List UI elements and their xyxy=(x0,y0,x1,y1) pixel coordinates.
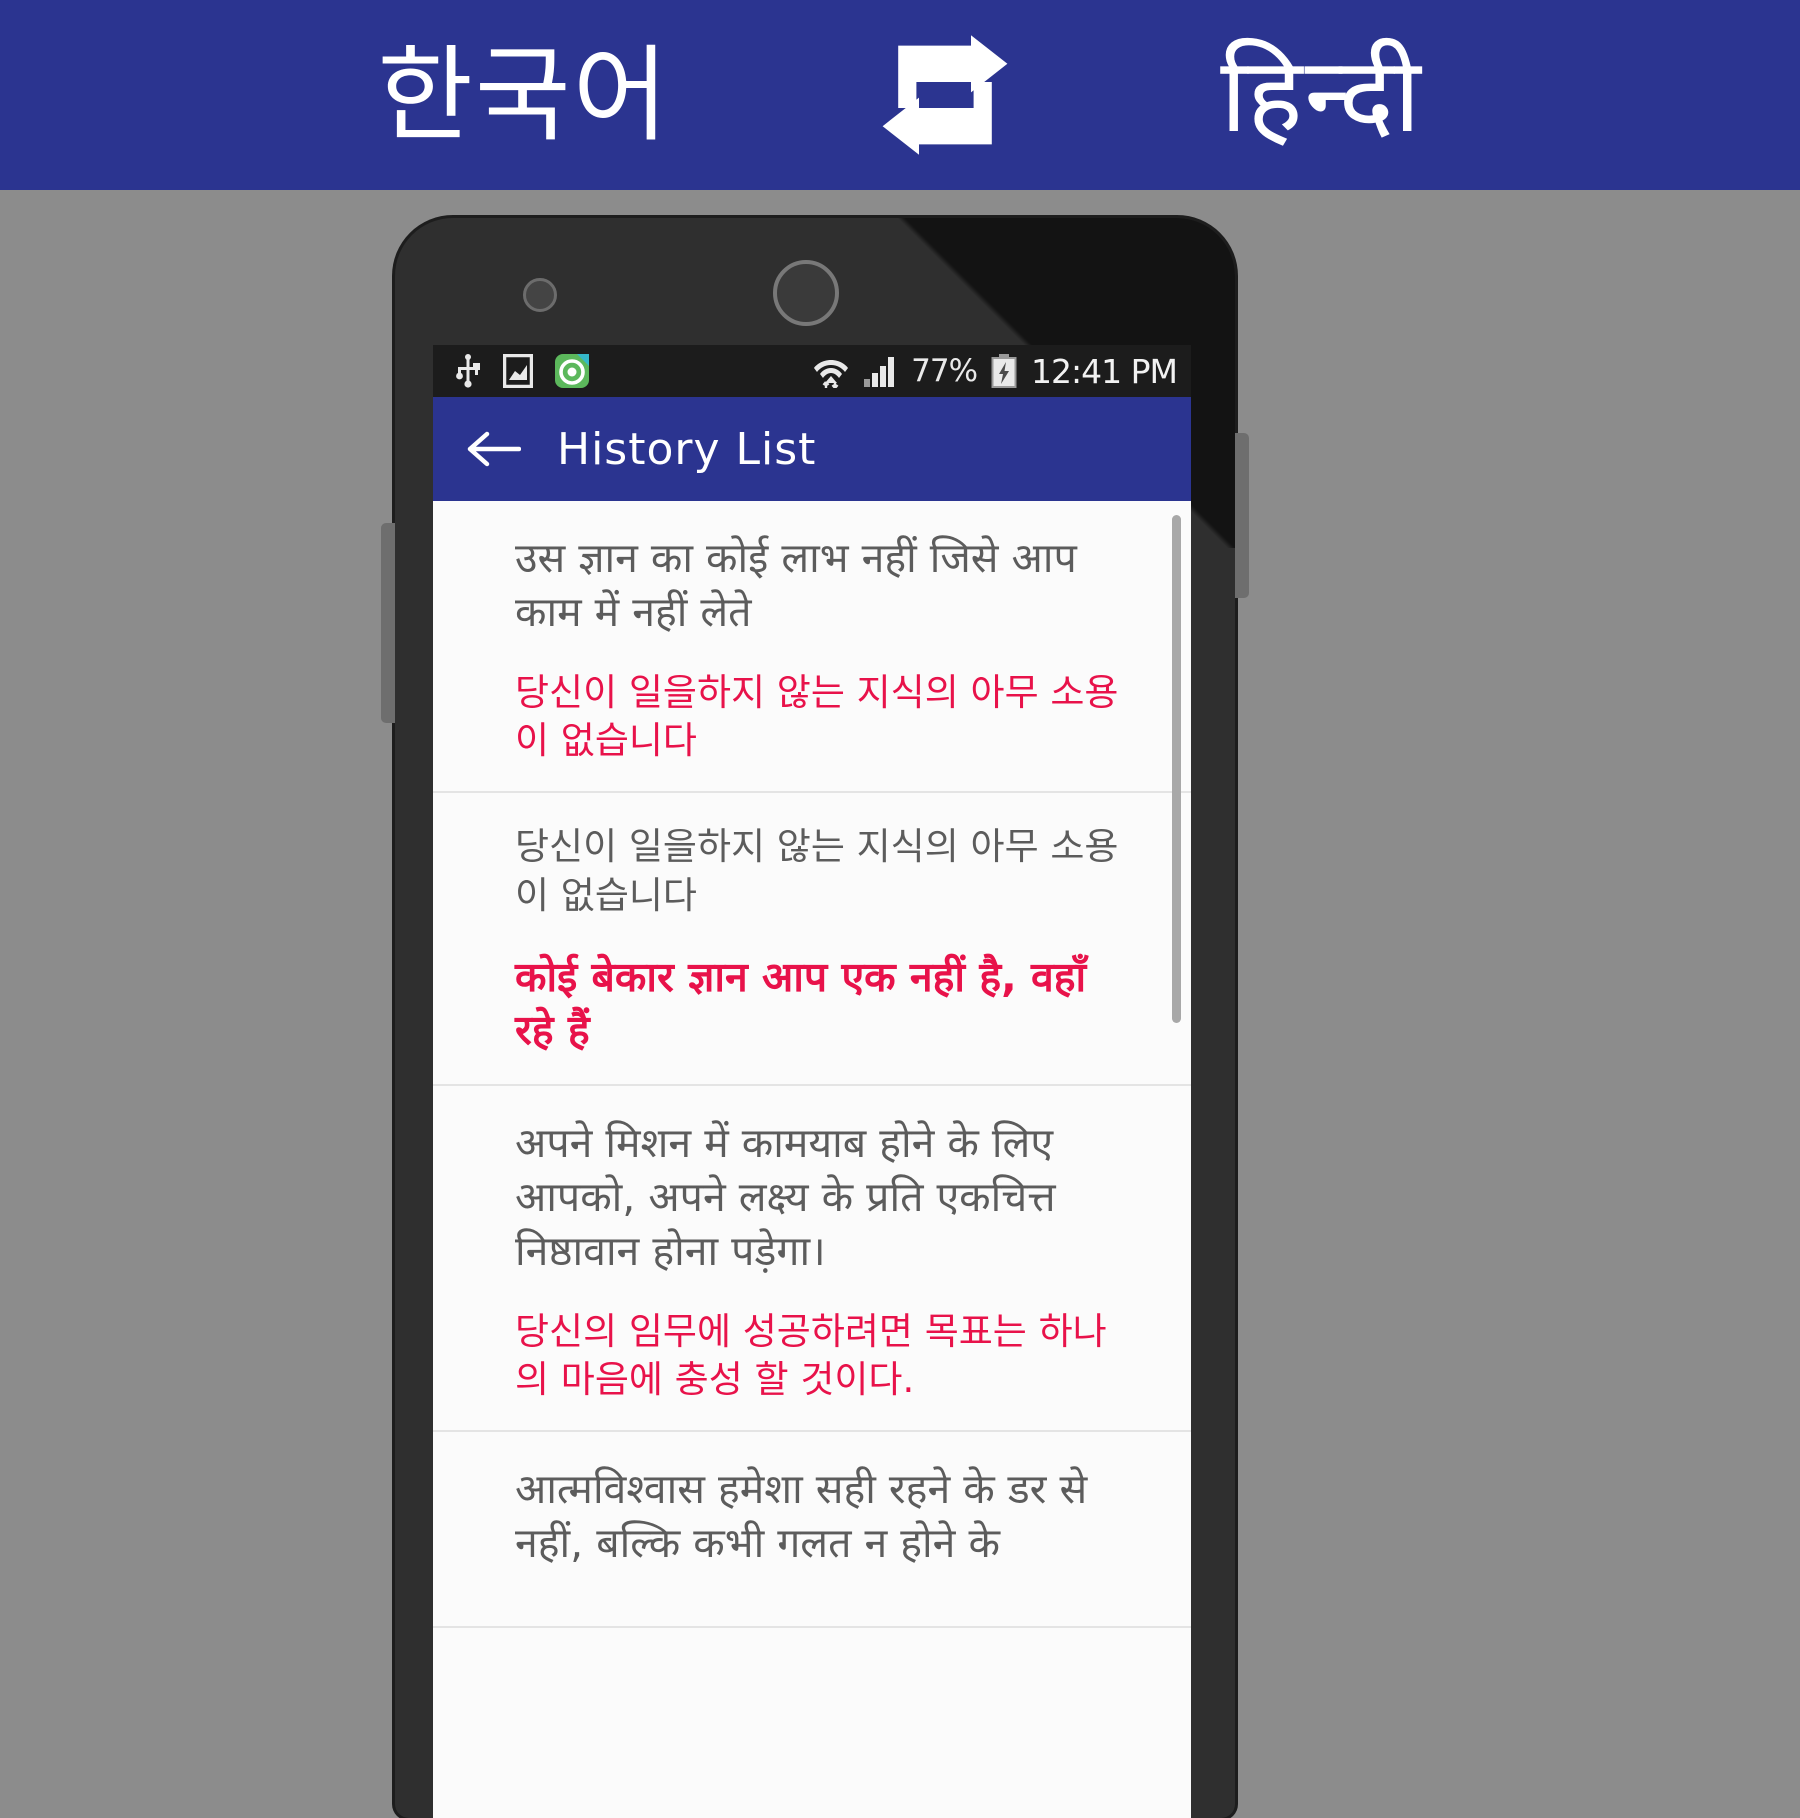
power-button[interactable] xyxy=(381,523,395,723)
history-translation-text: कोई बेकार ज्ञान आप एक नहीं है, वहाँ रहे … xyxy=(515,953,1087,1055)
history-translation-text: 당신이 일을하지 않는 지식의 아무 소용이 없습니다 xyxy=(515,671,1119,763)
volume-button[interactable] xyxy=(1235,433,1249,598)
page-title: History List xyxy=(557,423,817,475)
history-list[interactable]: उस ज्ञान का कोई लाभ नहीं जिसे आप काम में… xyxy=(433,501,1191,1818)
phone-top-bezel xyxy=(395,218,1235,358)
front-camera-icon xyxy=(523,278,557,312)
wifi-icon xyxy=(814,360,849,388)
battery-percentage: 77% xyxy=(911,353,978,389)
history-source-text: 당신이 일을하지 않는 지식의 아무 소용이 없습니다 xyxy=(515,825,1119,918)
list-item[interactable]: आत्मविश्वास हमेशा सही रहने के डर से नहीं… xyxy=(433,1432,1191,1629)
battery-charging-icon xyxy=(991,354,1017,388)
list-item[interactable]: 당신이 일을하지 않는 지식의 아무 소용이 없습니다 कोई बेकार ज्… xyxy=(433,793,1191,1086)
list-item[interactable]: उस ज्ञान का कोई लाभ नहीं जिसे आप काम में… xyxy=(433,501,1191,794)
action-bar: History List xyxy=(433,397,1191,501)
earpiece-speaker-icon xyxy=(773,260,839,326)
source-language-label[interactable]: 한국어 xyxy=(377,43,670,147)
status-bar-right-icons: 77% 12:41 PM xyxy=(813,351,1178,391)
app-icon xyxy=(555,354,589,388)
list-item[interactable]: अपने मिशन में कामयाब होने के लिए आपको, अ… xyxy=(433,1086,1191,1433)
repeat-swap-icon[interactable] xyxy=(880,35,1010,155)
usb-icon xyxy=(456,354,480,388)
phone-mockup: 77% 12:41 PM History List उस ज्ञान का को… xyxy=(381,218,1249,1818)
history-source-text: आत्मविश्वास हमेशा सही रहने के डर से नहीं… xyxy=(515,1465,1088,1568)
screenshot-icon xyxy=(503,354,533,388)
history-source-text: अपने मिशन में कामयाब होने के लिए आपको, अ… xyxy=(515,1118,1056,1275)
status-bar-clock: 12:41 PM xyxy=(1031,351,1178,391)
cellular-signal-icon xyxy=(864,357,895,387)
language-banner: 한국어 हिन्दी xyxy=(0,0,1800,190)
history-source-text: उस ज्ञान का कोई लाभ नहीं जिसे आप काम में… xyxy=(515,534,1077,637)
target-language-label[interactable]: हिन्दी xyxy=(1220,43,1422,147)
status-bar-left-icons xyxy=(455,354,589,388)
phone-screen: 77% 12:41 PM History List उस ज्ञान का को… xyxy=(433,345,1191,1818)
back-arrow-icon[interactable] xyxy=(467,429,521,469)
list-scrollbar-thumb[interactable] xyxy=(1172,515,1181,1023)
status-bar: 77% 12:41 PM xyxy=(433,345,1191,397)
history-translation-text: 당신의 임무에 성공하려면 목표는 하나의 마음에 충성 할 것이다. xyxy=(515,1309,1107,1402)
